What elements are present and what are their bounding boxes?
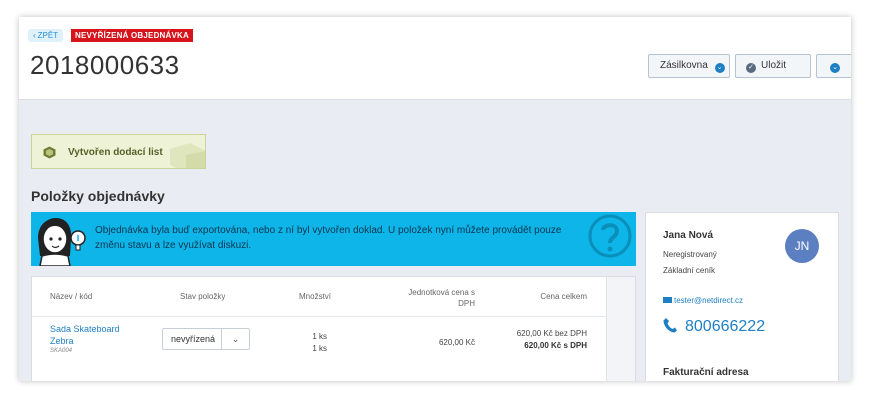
table-scroll-area[interactable]: [606, 277, 635, 381]
zasilkovna-label: Zásilkovna: [660, 60, 708, 71]
items-section-title: Položky objednávky: [31, 188, 165, 204]
save-button[interactable]: ✓ Uložit: [735, 54, 811, 78]
check-icon: ✓: [746, 63, 756, 73]
product-code: SKA004: [50, 348, 73, 354]
column-header-name: Název / kód: [50, 292, 93, 301]
envelope-icon: [663, 297, 672, 303]
app-frame: ‹ ZPĚT NEVYŘÍZENÁ OBJEDNÁVKA 2018000633 Z…: [19, 17, 851, 381]
more-actions-button[interactable]: ⌄: [816, 54, 851, 78]
column-header-unit-price: Jednotková cena s DPH: [408, 288, 475, 308]
chevron-down-icon: ⌄: [714, 63, 725, 73]
avatar: JN: [785, 229, 819, 263]
chevron-left-icon: ‹: [33, 31, 36, 40]
box-illustration-icon: [170, 143, 205, 168]
delivery-note-status: Vytvořen dodací list: [31, 134, 206, 169]
customer-phone[interactable]: 800666222: [663, 317, 765, 336]
customer-email: tester@netdirect.cz: [674, 296, 744, 305]
header-divider: [32, 316, 607, 317]
product-link[interactable]: Sada Skateboard Zebra: [50, 323, 130, 347]
quantity-value-secondary: 1 ks: [312, 344, 327, 353]
back-button[interactable]: ‹ ZPĚT: [28, 29, 64, 42]
column-header-state: Stav položky: [180, 292, 226, 301]
customer-registration: Neregistrovaný: [663, 250, 717, 259]
back-label: ZPĚT: [37, 31, 59, 40]
status-badge: NEVYŘÍZENÁ OBJEDNÁVKA: [71, 29, 193, 42]
customer-card: Jana Nová Neregistrovaný Základní ceník …: [645, 212, 839, 381]
item-state-value: nevyřízená: [171, 334, 216, 344]
assistant-illustration-icon: [38, 218, 86, 266]
phone-number: 800666222: [685, 318, 766, 335]
question-mark-icon: [588, 214, 632, 258]
total-gross-value: 620,00 Kč s DPH: [524, 341, 587, 350]
unit-price-value: 620,00 Kč: [438, 338, 475, 347]
order-header: ‹ ZPĚT NEVYŘÍZENÁ OBJEDNÁVKA 2018000633 Z…: [19, 17, 851, 100]
column-header-total: Cena celkem: [540, 292, 587, 301]
zasilkovna-button[interactable]: Zásilkovna ⌄: [648, 54, 730, 78]
billing-address-title: Fakturační adresa: [663, 367, 749, 378]
customer-pricelist: Základní ceník: [663, 266, 716, 275]
total-net-value: 620,00 Kč bez DPH: [516, 329, 587, 338]
delivery-note-label: Vytvořen dodací list: [68, 147, 163, 158]
items-table: Název / kód Stav položky Množství Jednot…: [31, 276, 636, 381]
phone-icon: [663, 318, 677, 333]
page-title: 2018000633: [30, 50, 180, 80]
quantity-value: 1 ks: [312, 332, 327, 341]
customer-name: Jana Nová: [663, 230, 714, 241]
save-label: Uložit: [761, 60, 787, 71]
customer-email-link[interactable]: tester@netdirect.cz: [663, 296, 743, 305]
chevron-down-icon: ⌄: [830, 63, 840, 73]
column-header-quantity: Množství: [299, 292, 332, 301]
info-banner: Objednávka byla buď exportována, nebo z …: [31, 212, 636, 266]
info-banner-text: Objednávka byla buď exportována, nebo z …: [95, 225, 562, 251]
package-icon: [43, 146, 56, 159]
item-state-select[interactable]: nevyřízená ⌄: [162, 328, 250, 350]
chevron-down-icon[interactable]: ⌄: [221, 329, 249, 349]
